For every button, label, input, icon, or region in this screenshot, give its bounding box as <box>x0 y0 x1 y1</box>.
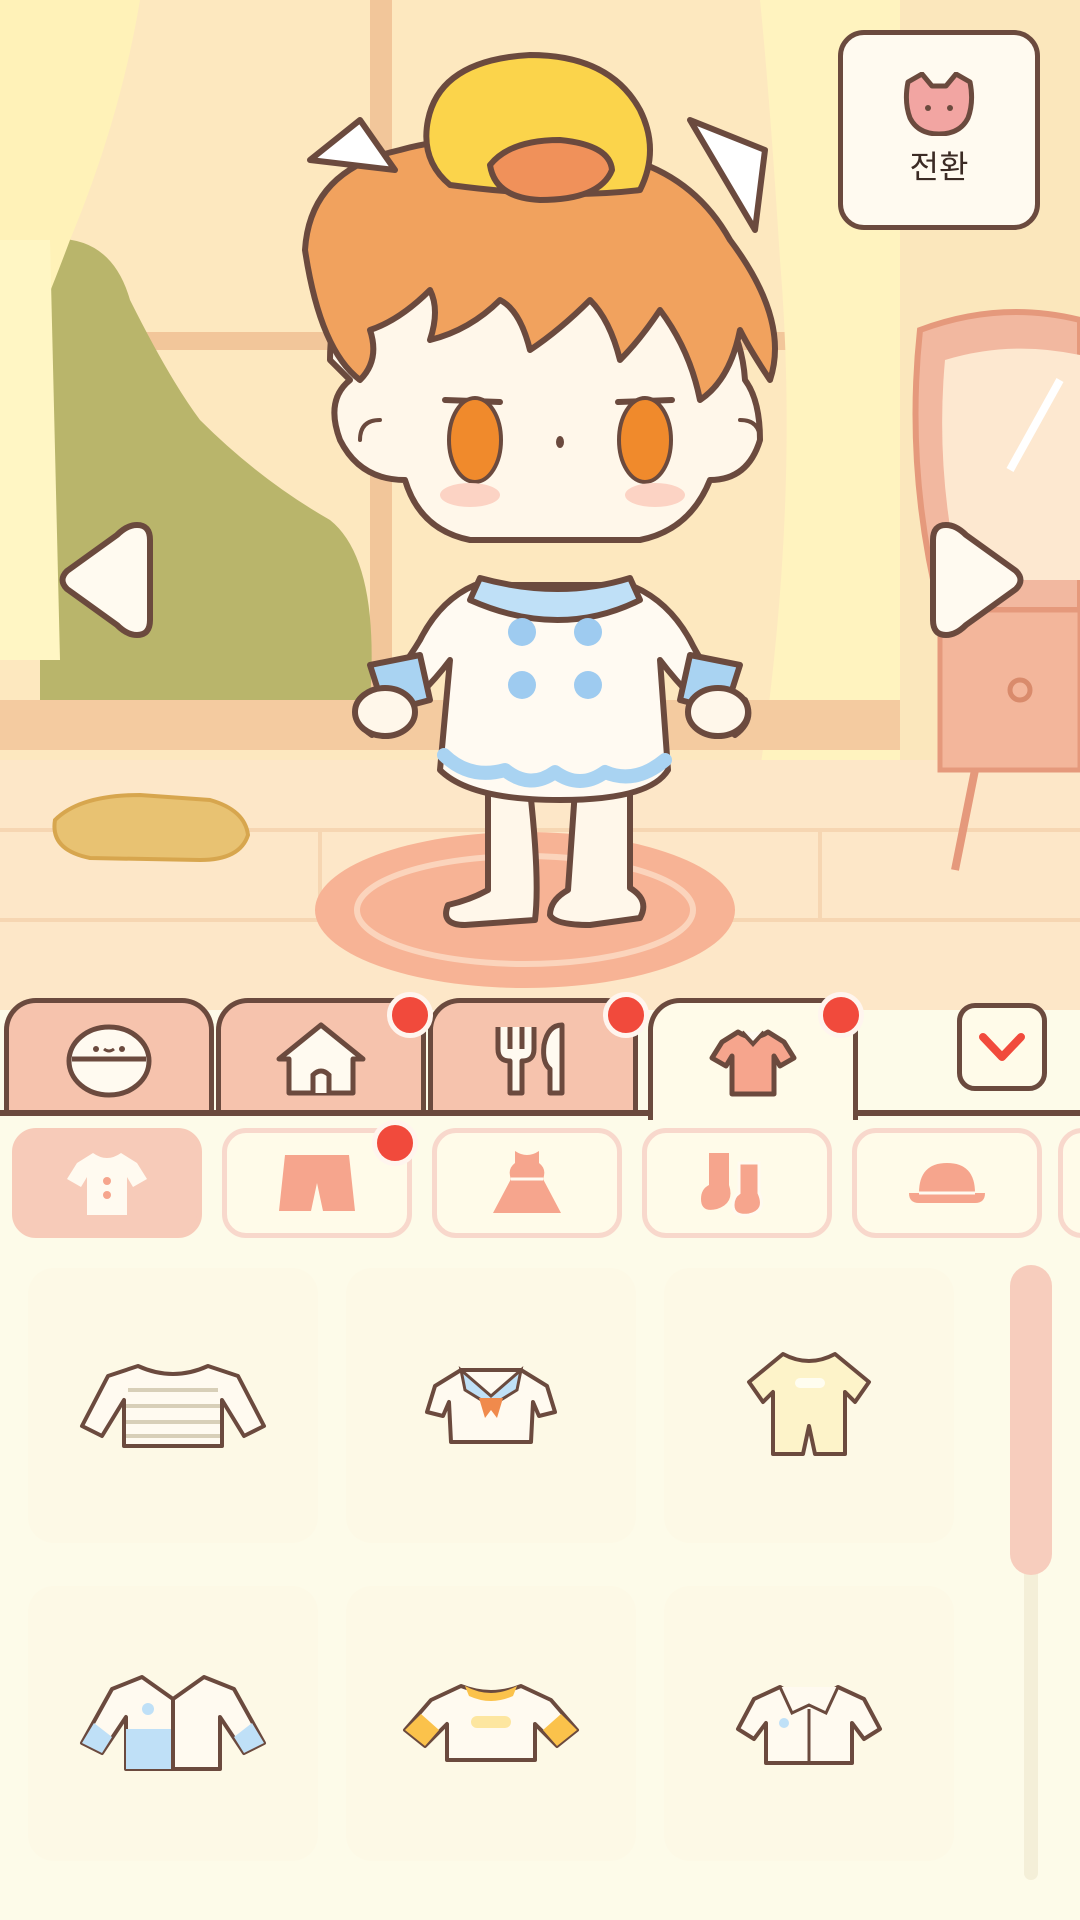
tab-face[interactable] <box>4 998 214 1114</box>
subcat-more[interactable] <box>1058 1128 1080 1238</box>
socks-icon <box>701 1153 763 1217</box>
arrow-right-icon[interactable] <box>928 515 1028 645</box>
subcat-tops[interactable] <box>12 1128 202 1238</box>
tab-bar-divider <box>0 1110 1080 1116</box>
notification-badge <box>603 992 649 1038</box>
face-icon <box>66 1024 152 1097</box>
switch-label: 전환 <box>909 148 969 186</box>
item-blue-jacket[interactable] <box>28 1586 318 1861</box>
blue-jacket-icon <box>80 1674 266 1771</box>
subcat-hats[interactable] <box>852 1128 1042 1238</box>
subcat-dresses[interactable] <box>432 1128 622 1238</box>
yellow-tshirt-icon <box>403 1683 579 1762</box>
food-icon <box>495 1022 565 1095</box>
subcat-socks[interactable] <box>642 1128 832 1238</box>
room-scene: 전환 <box>0 0 1080 1010</box>
notification-badge <box>387 992 433 1038</box>
yellow-romper-icon <box>747 1351 871 1456</box>
striped-sweater-icon <box>80 1363 266 1448</box>
scrollbar-thumb[interactable] <box>1010 1265 1052 1575</box>
top-icon <box>67 1153 147 1215</box>
house-icon <box>276 1022 366 1095</box>
shirt-icon <box>709 1029 797 1096</box>
chevron-down-icon <box>979 1033 1025 1061</box>
item-white-shirt[interactable] <box>664 1586 954 1861</box>
collapse-button[interactable] <box>957 1003 1047 1091</box>
scroll-track <box>1024 1560 1038 1880</box>
cat-face-icon <box>903 72 975 136</box>
sailor-top-icon <box>425 1365 557 1444</box>
item-yellow-tshirt[interactable] <box>346 1586 636 1861</box>
dress-up-screen: 전환 <box>0 0 1080 1920</box>
shorts-icon <box>279 1155 355 1211</box>
hat-icon <box>909 1163 985 1203</box>
item-striped-sweater[interactable] <box>28 1268 318 1543</box>
switch-button[interactable]: 전환 <box>838 30 1040 230</box>
notification-badge <box>372 1120 418 1166</box>
arrow-left-icon[interactable] <box>55 515 155 645</box>
item-sailor-top[interactable] <box>346 1268 636 1543</box>
dress-icon <box>493 1151 561 1213</box>
sub-category-bar <box>0 1120 1080 1238</box>
white-shirt-icon <box>736 1684 882 1765</box>
item-yellow-romper[interactable] <box>664 1268 954 1543</box>
notification-badge <box>818 992 864 1038</box>
